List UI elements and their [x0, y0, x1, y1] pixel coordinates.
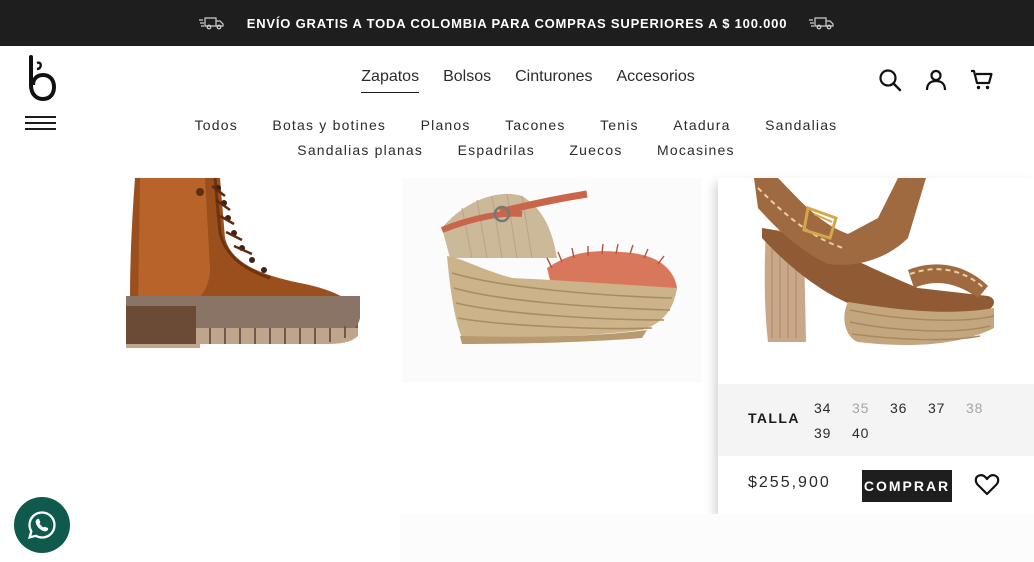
brown-lace-up-boot-image: [126, 178, 360, 348]
main-nav-zapatos[interactable]: Zapatos: [361, 68, 420, 93]
sub-nav-todos[interactable]: Todos: [195, 113, 238, 137]
coral-espadrille-wedge-image: [440, 190, 677, 344]
user-icon[interactable]: [924, 68, 948, 92]
sub-nav-mocasines[interactable]: Mocasines: [657, 138, 735, 162]
size-list: 34 35 36 37 38 39 40: [814, 396, 1010, 446]
main-nav-cinturones[interactable]: Cinturones: [515, 68, 592, 93]
truck-icon: [198, 17, 224, 30]
sub-nav-sandalias[interactable]: Sandalias: [765, 113, 837, 137]
menu-icon[interactable]: [25, 116, 56, 130]
cart-icon[interactable]: [970, 68, 994, 92]
size-option-36[interactable]: 36: [890, 396, 928, 421]
product-card-boot[interactable]: [100, 178, 390, 378]
site-header: Zapatos Bolsos Cinturones Accesorios Tod…: [0, 46, 1034, 178]
sub-nav-sandalias-planas[interactable]: Sandalias planas: [297, 138, 423, 162]
heart-icon[interactable]: [974, 472, 1000, 498]
product-card-sandal[interactable]: TALLA 34 35 36 37 38 39 40 $255,900 COMPRAR: [718, 178, 1034, 515]
product-card-espadrille[interactable]: [402, 178, 702, 383]
header-icons: [878, 68, 994, 92]
size-option-39[interactable]: 39: [814, 421, 852, 446]
brown-block-heel-sandal-image: [754, 178, 995, 346]
whatsapp-button[interactable]: [14, 497, 70, 553]
search-icon[interactable]: [878, 68, 902, 92]
promo-bar: ENVÍO GRATIS A TODA COLOMBIA PARA COMPRA…: [0, 0, 1034, 46]
size-panel: TALLA 34 35 36 37 38 39 40: [718, 384, 1034, 456]
sub-nav-botas[interactable]: Botas y botines: [272, 113, 386, 137]
next-row-placeholder: [400, 514, 1034, 562]
buy-button[interactable]: COMPRAR: [862, 470, 952, 502]
size-label: TALLA: [748, 410, 800, 426]
size-option-37[interactable]: 37: [928, 396, 966, 421]
main-nav-bolsos[interactable]: Bolsos: [443, 68, 491, 93]
truck-icon: [809, 17, 834, 30]
main-nav-accesorios[interactable]: Accesorios: [616, 68, 694, 93]
sub-nav: Todos Botas y botines Planos Tacones Ten…: [150, 113, 882, 163]
product-price: $255,900: [748, 474, 831, 491]
size-option-40[interactable]: 40: [852, 421, 890, 446]
size-option-35: 35: [852, 400, 870, 416]
size-option-38: 38: [966, 400, 984, 416]
whatsapp-icon: [27, 511, 56, 540]
sub-nav-espadrilas[interactable]: Espadrilas: [458, 138, 535, 162]
promo-text: ENVÍO GRATIS A TODA COLOMBIA PARA COMPRA…: [246, 15, 788, 31]
sub-nav-atadura[interactable]: Atadura: [673, 113, 730, 137]
sub-nav-zuecos[interactable]: Zuecos: [569, 138, 622, 162]
sub-nav-tenis[interactable]: Tenis: [600, 113, 639, 137]
size-option-34[interactable]: 34: [814, 396, 852, 421]
sub-nav-tacones[interactable]: Tacones: [505, 113, 566, 137]
sub-nav-planos[interactable]: Planos: [421, 113, 471, 137]
